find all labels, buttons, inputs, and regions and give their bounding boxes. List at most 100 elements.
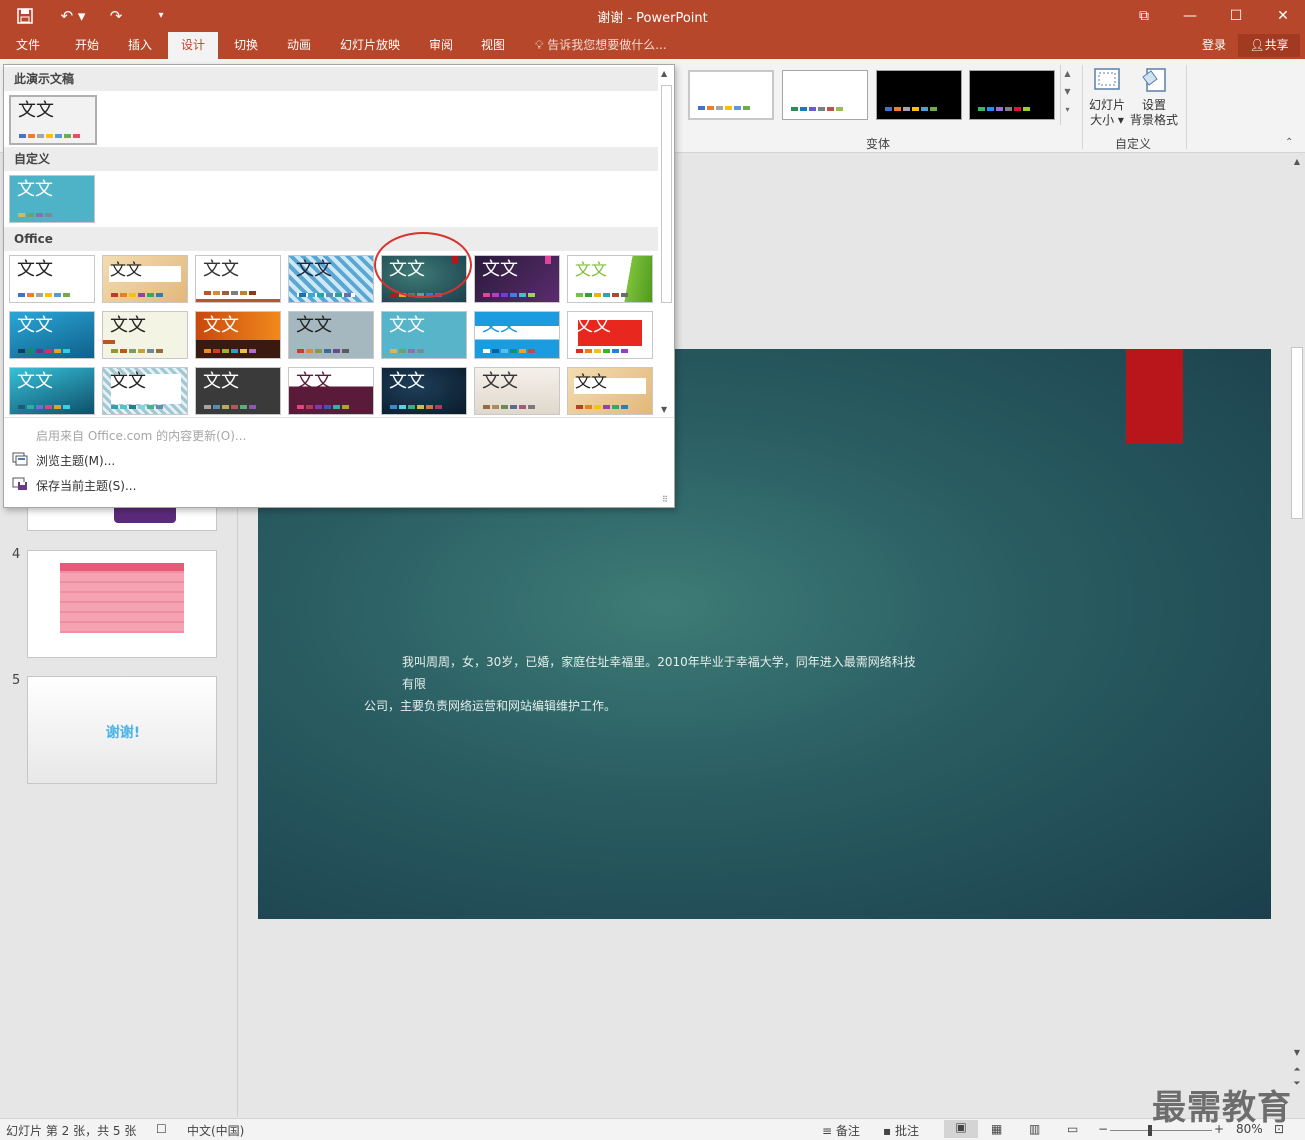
- menu-browse-themes[interactable]: 浏览主题(M)...: [36, 452, 115, 469]
- section-custom: 自定义: [4, 147, 658, 171]
- notes-button[interactable]: ≡ 备注: [822, 1122, 860, 1139]
- ribbon-tabs: 文件 开始 插入 设计 切换 动画 幻灯片放映 审阅 视图 💡︎ 告诉我您想要做…: [0, 32, 1305, 59]
- ribbon-display-options-icon[interactable]: ⧉: [1132, 4, 1156, 28]
- slideshow-view-icon[interactable]: ▭: [1067, 1122, 1078, 1136]
- variant-3[interactable]: [876, 70, 962, 120]
- normal-view-icon[interactable]: ▣: [944, 1120, 978, 1138]
- gallery-divider: [4, 417, 674, 418]
- person-icon: 👤︎: [1249, 38, 1265, 52]
- tab-review[interactable]: 审阅: [416, 32, 466, 59]
- gallery-scrollbar-thumb[interactable]: [661, 85, 672, 303]
- themes-gallery-dropdown[interactable]: 此演示文稿 文文 自定义 文文 Office 文文 文文 文文 文文 文文 文文…: [3, 64, 675, 508]
- variant-4[interactable]: [969, 70, 1055, 120]
- theme-current[interactable]: 文文: [9, 95, 97, 145]
- scroll-up-icon[interactable]: ▲: [1291, 156, 1303, 168]
- tab-home[interactable]: 开始: [62, 32, 112, 59]
- theme-19[interactable]: 文文: [381, 367, 467, 415]
- collapse-ribbon-icon[interactable]: ⌃: [1285, 137, 1293, 148]
- theme-preview-text: 文文: [389, 315, 425, 336]
- theme-preview-text: 文文: [110, 315, 146, 336]
- scrollbar-thumb[interactable]: [1291, 347, 1303, 519]
- comment-icon: ▪: [883, 1124, 892, 1138]
- window-title: 谢谢 - PowerPoint: [597, 11, 708, 26]
- scroll-down-icon[interactable]: ▼: [1291, 1047, 1303, 1059]
- gallery-scrollbar[interactable]: ▲ ▼: [659, 69, 674, 417]
- section-office: Office: [4, 227, 658, 251]
- theme-14[interactable]: 文文: [567, 311, 653, 359]
- variants-more-button[interactable]: ▲ ▼ ▾: [1060, 65, 1074, 125]
- minimize-button[interactable]: —: [1178, 4, 1202, 28]
- previous-slide-icon[interactable]: ⏶: [1291, 1064, 1303, 1076]
- menu-save-current-theme[interactable]: 保存当前主题(S)...: [36, 477, 136, 494]
- comments-label: 批注: [894, 1124, 919, 1138]
- theme-preview-text: 文文: [296, 371, 332, 392]
- resize-grip-icon[interactable]: ⠿: [662, 495, 668, 504]
- theme-preview-text: 文文: [17, 179, 53, 200]
- theme-9[interactable]: 文文: [102, 311, 188, 359]
- comments-button[interactable]: ▪ 批注: [883, 1122, 919, 1139]
- slide-body-text[interactable]: 我叫周周，女，30岁，已婚，家庭住址幸福里。2010年毕业于幸福大学，同年进入最…: [364, 651, 924, 717]
- slide-size-label-2: 大小 ▾: [1090, 113, 1124, 127]
- zoom-slider[interactable]: [1110, 1125, 1212, 1136]
- annotation-circle: [374, 232, 472, 298]
- tab-slideshow[interactable]: 幻灯片放映: [332, 32, 408, 59]
- next-slide-icon[interactable]: ⏷: [1291, 1078, 1303, 1090]
- theme-3[interactable]: 文文: [195, 255, 281, 303]
- theme-13[interactable]: 文文: [474, 311, 560, 359]
- variant-1[interactable]: [688, 70, 774, 120]
- login-link[interactable]: 登录: [1202, 32, 1226, 59]
- tab-transitions[interactable]: 切换: [221, 32, 271, 59]
- slide-thumbnail-4[interactable]: [27, 550, 217, 658]
- theme-preview-text: 文文: [110, 260, 143, 279]
- theme-preview-text: 文文: [389, 371, 425, 392]
- title-bar: ↶ ▾ ↷ ▾ 谢谢 - PowerPoint ⧉ — ☐ ✕: [0, 0, 1305, 32]
- theme-2[interactable]: 文文: [102, 255, 188, 303]
- theme-16[interactable]: 文文: [102, 367, 188, 415]
- tell-me-search[interactable]: 💡︎ 告诉我您想要做什么...: [535, 32, 667, 59]
- format-background-button[interactable]: 设置 背景格式: [1130, 65, 1178, 128]
- theme-15[interactable]: 文文: [9, 367, 95, 415]
- language-status[interactable]: 中文(中国): [187, 1122, 244, 1139]
- slide-thumbnail-5[interactable]: 谢谢!: [27, 676, 217, 784]
- theme-office[interactable]: 文文: [9, 255, 95, 303]
- slide-sorter-icon[interactable]: ▦: [991, 1122, 1002, 1136]
- theme-21[interactable]: 文文: [567, 367, 653, 415]
- tab-view[interactable]: 视图: [468, 32, 518, 59]
- theme-preview-text: 文文: [17, 315, 53, 336]
- maximize-button[interactable]: ☐: [1224, 4, 1248, 28]
- gallery-scroll-up-icon[interactable]: ▲: [661, 69, 667, 78]
- theme-12[interactable]: 文文: [381, 311, 467, 359]
- theme-6[interactable]: 文文: [474, 255, 560, 303]
- variant-2[interactable]: [782, 70, 868, 120]
- theme-custom-1[interactable]: 文文: [9, 175, 95, 223]
- group-separator: [1082, 65, 1083, 149]
- reading-view-icon[interactable]: ▥: [1029, 1122, 1040, 1136]
- notes-icon: ≡: [822, 1124, 833, 1138]
- tab-insert[interactable]: 插入: [115, 32, 165, 59]
- theme-20[interactable]: 文文: [474, 367, 560, 415]
- vertical-scrollbar[interactable]: [1289, 153, 1305, 1063]
- notes-label: 备注: [835, 1124, 860, 1138]
- browse-theme-icon: [12, 452, 28, 466]
- slide-number: 4: [12, 547, 21, 562]
- theme-11[interactable]: 文文: [288, 311, 374, 359]
- slide-size-button[interactable]: 幻灯片 大小 ▾: [1087, 65, 1127, 128]
- tab-animations[interactable]: 动画: [274, 32, 324, 59]
- theme-10[interactable]: 文文: [195, 311, 281, 359]
- zoom-out-icon[interactable]: −: [1098, 1122, 1108, 1136]
- theme-8[interactable]: 文文: [9, 311, 95, 359]
- theme-7[interactable]: 文文: [567, 255, 653, 303]
- theme-4[interactable]: 文文: [288, 255, 374, 303]
- theme-17[interactable]: 文文: [195, 367, 281, 415]
- theme-preview-text: 文文: [203, 371, 239, 392]
- watermark: 最需教育: [1152, 1088, 1292, 1128]
- tab-design[interactable]: 设计: [168, 32, 218, 59]
- theme-preview-text: 文文: [575, 260, 608, 279]
- close-button[interactable]: ✕: [1271, 4, 1295, 28]
- share-button[interactable]: 👤︎共享: [1238, 34, 1300, 57]
- tab-file[interactable]: 文件: [4, 32, 52, 59]
- gallery-scroll-down-icon[interactable]: ▼: [661, 405, 667, 414]
- theme-18[interactable]: 文文: [288, 367, 374, 415]
- theme-preview-text: 文文: [18, 100, 54, 121]
- spellcheck-icon[interactable]: ☐: [156, 1122, 167, 1136]
